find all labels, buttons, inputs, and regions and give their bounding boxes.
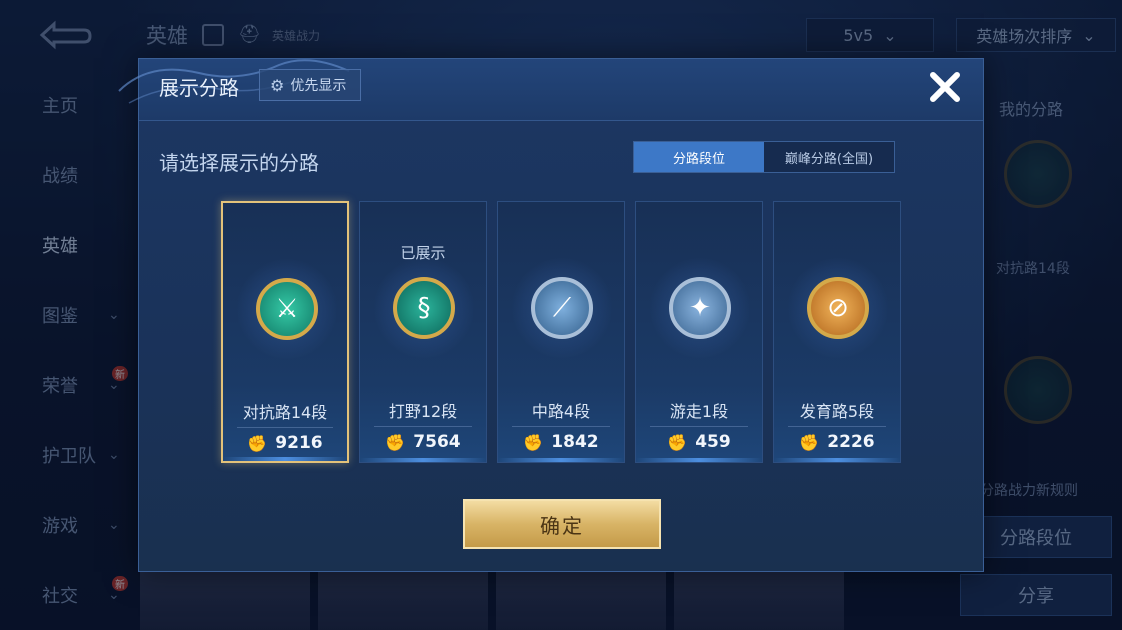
emblem-glow: ⊘ xyxy=(788,258,888,358)
card-glow xyxy=(223,457,347,461)
power-fist-icon: ✊ xyxy=(667,432,688,452)
priority-display-label: 优先显示 xyxy=(290,78,347,94)
emblem-glow: § xyxy=(374,258,474,358)
crossed-swords-icon: ⚔ xyxy=(256,278,318,340)
lane-power: ✊ 9216 xyxy=(223,433,347,453)
card-glow xyxy=(360,458,486,462)
power-value: 2226 xyxy=(827,432,875,452)
card-glow xyxy=(774,458,900,462)
power-fist-icon: ✊ xyxy=(247,433,268,453)
emblem-glow: ⟋ xyxy=(512,258,612,358)
rank-type-toggle: 分路段位 巅峰分路(全国) xyxy=(633,141,895,173)
divider xyxy=(788,426,886,427)
confirm-button[interactable]: 确定 xyxy=(463,499,661,549)
lane-power: ✊ 459 xyxy=(636,432,762,452)
show-lane-dialog: 展示分路 ⚙ 优先显示 请选择展示的分路 分路段位 巅峰分路(全国) ⚔ 对抗路… xyxy=(118,58,984,572)
power-value: 9216 xyxy=(275,433,323,453)
lane-power: ✊ 7564 xyxy=(360,432,486,452)
lane-name: 游走1段 xyxy=(669,402,729,421)
dragon-icon: § xyxy=(393,277,455,339)
card-glow xyxy=(498,458,624,462)
lane-power: ✊ 1842 xyxy=(498,432,624,452)
priority-display-button[interactable]: ⚙ 优先显示 xyxy=(259,69,362,101)
divider xyxy=(512,426,610,427)
power-fist-icon: ✊ xyxy=(799,432,820,452)
bow-icon: ⊘ xyxy=(807,277,869,339)
lane-name: 发育路5段 xyxy=(799,402,875,421)
divider xyxy=(650,426,748,427)
wings-icon: ✦ xyxy=(669,277,731,339)
lane-name: 对抗路14段 xyxy=(242,403,328,422)
dialog-prompt: 请选择展示的分路 xyxy=(159,151,319,175)
lane-card-roam[interactable]: ✦ 游走1段 ✊ 459 xyxy=(635,201,763,463)
dialog-title: 展示分路 xyxy=(159,76,239,100)
power-fist-icon: ✊ xyxy=(385,432,406,452)
tab-peak-lane[interactable]: 巅峰分路(全国) xyxy=(764,142,894,172)
emblem-glow: ✦ xyxy=(650,258,750,358)
card-glow xyxy=(636,458,762,462)
power-fist-icon: ✊ xyxy=(523,432,544,452)
lane-card-jungle[interactable]: 已展示 § 打野12段 ✊ 7564 xyxy=(359,201,487,463)
power-value: 1842 xyxy=(551,432,599,452)
lane-name: 中路4段 xyxy=(531,402,591,421)
lane-card-top[interactable]: ⚔ 对抗路14段 ✊ 9216 xyxy=(221,201,349,463)
tab-lane-rank[interactable]: 分路段位 xyxy=(634,142,764,172)
gear-icon: ⚙ xyxy=(270,75,285,95)
lane-card-mid[interactable]: ⟋ 中路4段 ✊ 1842 xyxy=(497,201,625,463)
close-button[interactable] xyxy=(925,67,965,107)
power-value: 459 xyxy=(695,432,731,452)
divider xyxy=(374,426,472,427)
dialog-header: 展示分路 ⚙ 优先显示 xyxy=(118,59,983,121)
divider xyxy=(237,427,333,428)
emblem-glow: ⚔ xyxy=(237,259,337,359)
staff-icon: ⟋ xyxy=(531,277,593,339)
close-icon xyxy=(930,72,960,102)
lane-list: ⚔ 对抗路14段 ✊ 9216 已展示 § 打野12段 ✊ 7564 ⟋ 中路4… xyxy=(221,201,901,463)
lane-power: ✊ 2226 xyxy=(774,432,900,452)
power-value: 7564 xyxy=(413,432,461,452)
lane-card-farm[interactable]: ⊘ 发育路5段 ✊ 2226 xyxy=(773,201,901,463)
lane-name: 打野12段 xyxy=(388,402,458,421)
